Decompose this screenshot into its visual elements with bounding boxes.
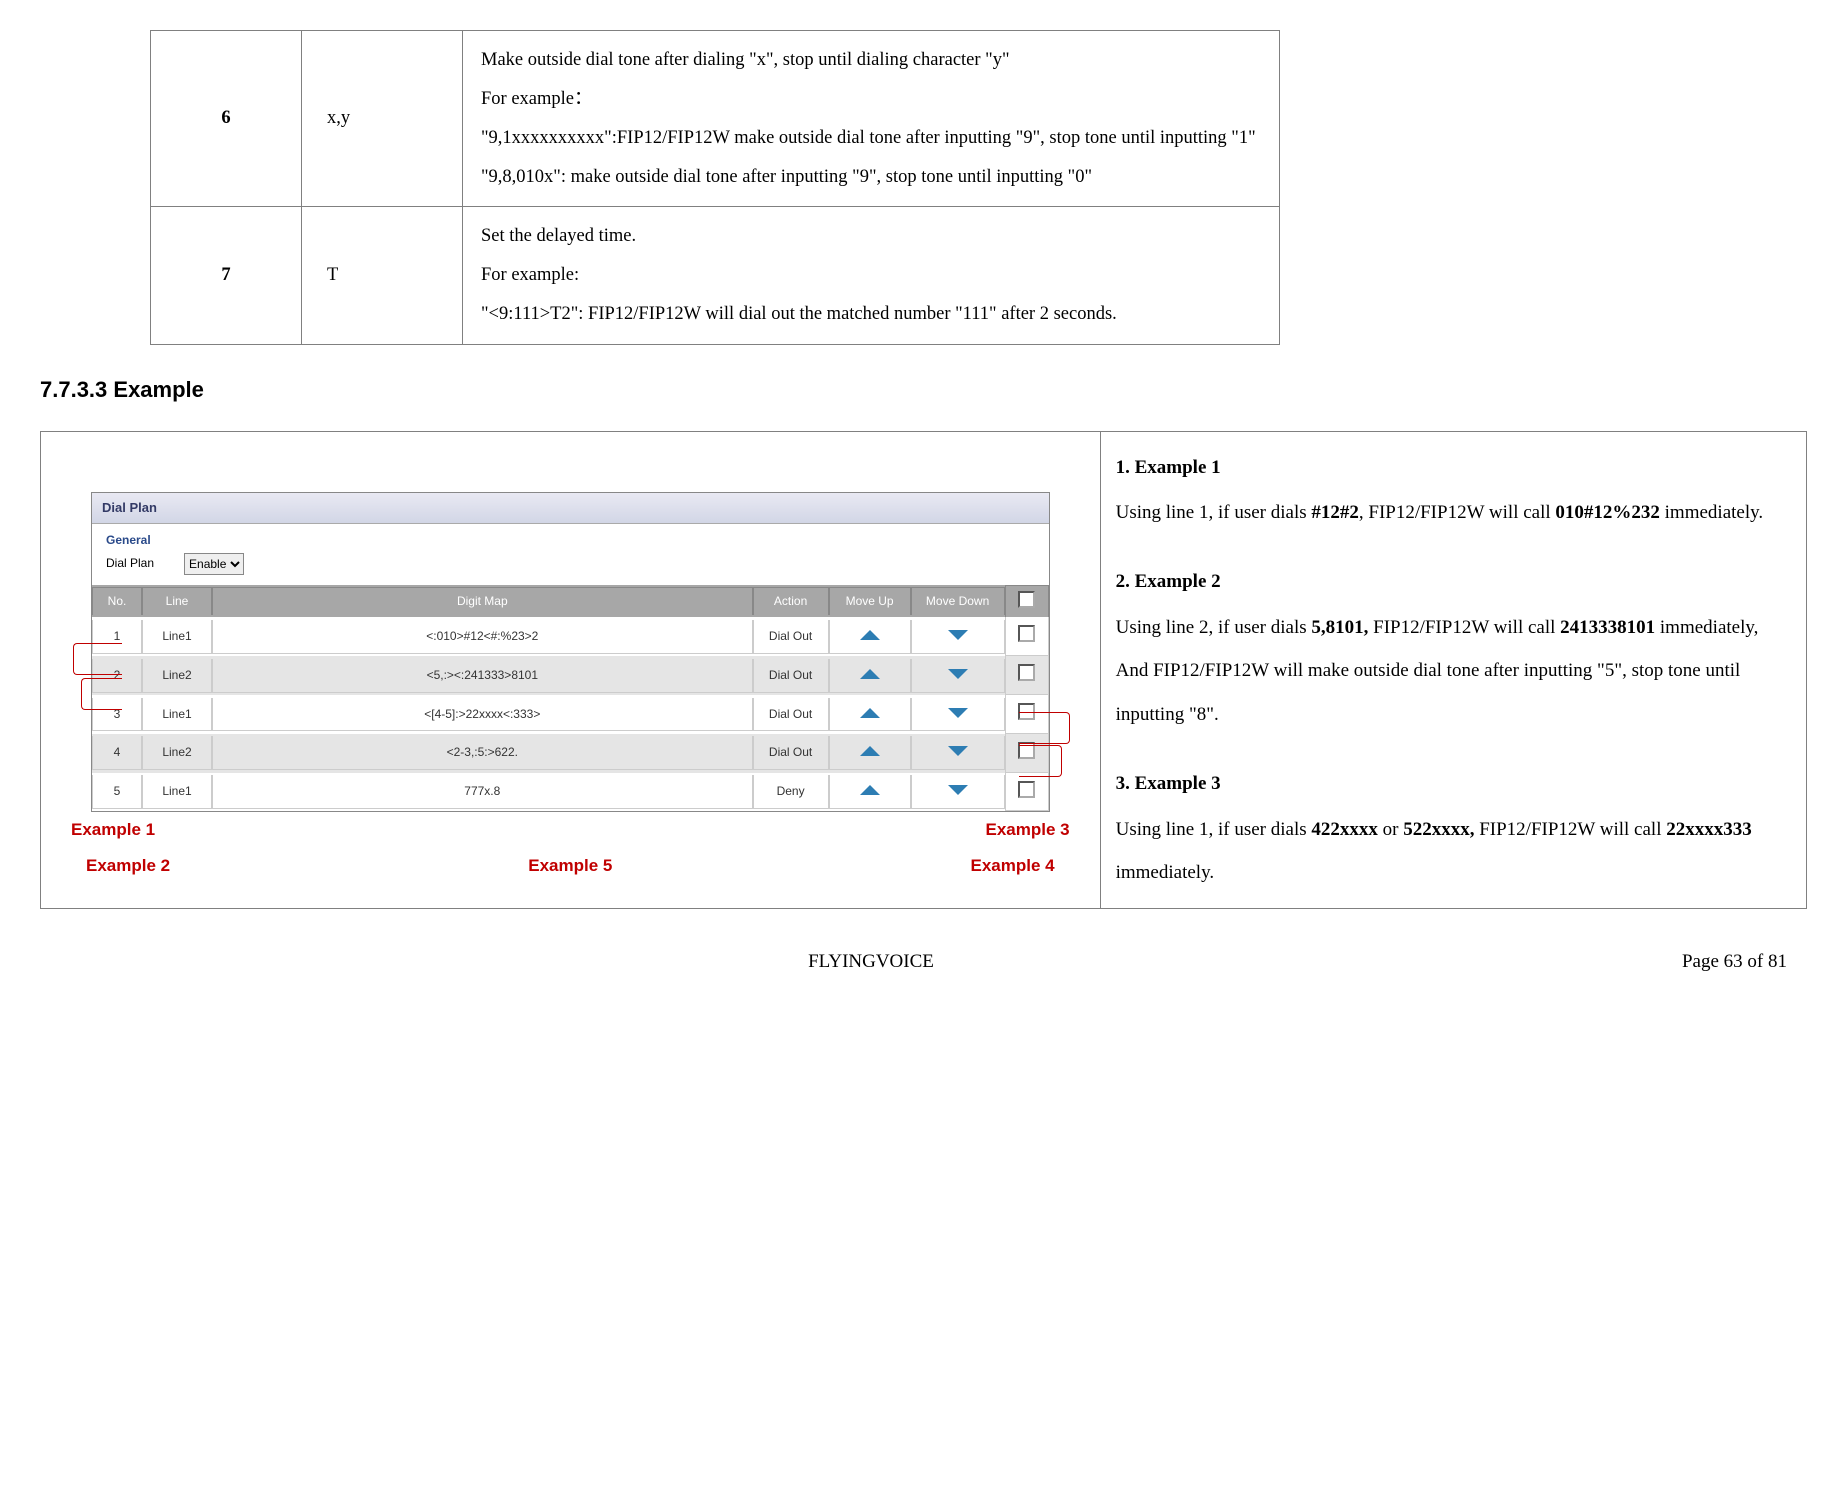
screenshot-cell: Dial Plan General Dial Plan Enable No. L… — [41, 431, 1101, 908]
move-up-button[interactable] — [829, 659, 911, 693]
callout-row: Example 2 Example 5 Example 4 — [61, 854, 1080, 878]
row-checkbox[interactable] — [1018, 781, 1035, 798]
dial-sequence-table: 6 x,y Make outside dial tone after diali… — [150, 30, 1280, 345]
dial-plan-setting-row: Dial Plan Enable — [92, 551, 1049, 585]
cell-action: Deny — [753, 775, 829, 809]
move-down-button[interactable] — [911, 659, 1005, 693]
example-2-text-2: And FIP12/FIP12W will make outside dial … — [1116, 649, 1791, 736]
example-1-heading: 1. Example 1 — [1116, 446, 1791, 490]
chevron-down-icon — [948, 669, 968, 679]
cell-map: <[4-5]:>22xxxx<:333> — [212, 698, 753, 732]
chevron-up-icon — [860, 630, 880, 640]
cell-no: 4 — [92, 736, 142, 770]
cell-action: Dial Out — [753, 659, 829, 693]
chevron-up-icon — [860, 708, 880, 718]
example-1-text: Using line 1, if user dials #12#2, FIP12… — [1116, 491, 1791, 535]
seq-description: Set the delayed time. For example: "<9:1… — [463, 207, 1280, 345]
table-row: 3 Line1 <[4-5]:>22xxxx<:333> Dial Out — [92, 695, 1049, 734]
row-checkbox[interactable] — [1018, 625, 1035, 642]
col-action: Action — [753, 587, 829, 615]
seq-number: 7 — [151, 207, 302, 345]
example-2-text: Using line 2, if user dials 5,8101, FIP1… — [1116, 606, 1791, 650]
move-up-button[interactable] — [829, 736, 911, 770]
row-checkbox-cell — [1005, 656, 1049, 695]
move-down-button[interactable] — [911, 698, 1005, 732]
example-2-heading: 2. Example 2 — [1116, 560, 1791, 604]
seq-symbol: T — [302, 207, 463, 345]
section-heading: 7.7.3.3 Example — [40, 375, 1807, 406]
general-label: General — [92, 524, 1049, 551]
table-row: 6 x,y Make outside dial tone after diali… — [151, 31, 1280, 207]
callout-example-4: Example 4 — [970, 854, 1054, 878]
table-row: 1 Line1 <:010>#12<#:%23>2 Dial Out — [92, 617, 1049, 656]
col-no: No. — [92, 587, 142, 615]
footer-page: Page 63 of 81 — [1682, 949, 1787, 976]
footer-brand: FLYINGVOICE — [60, 949, 1682, 976]
cell-line: Line1 — [142, 698, 212, 732]
seq-symbol: x,y — [302, 31, 463, 207]
chevron-up-icon — [860, 669, 880, 679]
seq-description: Make outside dial tone after dialing "x"… — [463, 31, 1280, 207]
grid-body: 1 Line1 <:010>#12<#:%23>2 Dial Out 2 Lin… — [92, 617, 1049, 811]
callout-example-2: Example 2 — [86, 854, 170, 878]
chevron-down-icon — [948, 746, 968, 756]
chevron-up-icon — [860, 785, 880, 795]
move-up-button[interactable] — [829, 775, 911, 809]
cell-no: 5 — [92, 775, 142, 809]
col-move-down: Move Down — [911, 587, 1005, 615]
table-row: 2 Line2 <5,:><:241333>8101 Dial Out — [92, 656, 1049, 695]
move-down-button[interactable] — [911, 775, 1005, 809]
seq-number: 6 — [151, 31, 302, 207]
cell-action: Dial Out — [753, 698, 829, 732]
example-descriptions: 1. Example 1 Using line 1, if user dials… — [1116, 442, 1791, 895]
select-all-checkbox[interactable] — [1018, 591, 1035, 608]
page-footer: FLYINGVOICE Page 63 of 81 — [40, 909, 1807, 976]
cell-map: <2-3,:5:>622. — [212, 736, 753, 770]
dial-plan-enable-select[interactable]: Enable — [184, 553, 244, 575]
cell-action: Dial Out — [753, 620, 829, 654]
cell-line: Line2 — [142, 736, 212, 770]
callout-example-1: Example 1 — [71, 818, 155, 842]
chevron-down-icon — [948, 630, 968, 640]
move-up-button[interactable] — [829, 698, 911, 732]
col-move-up: Move Up — [829, 587, 911, 615]
example-3-heading: 3. Example 3 — [1116, 762, 1791, 806]
move-down-button[interactable] — [911, 736, 1005, 770]
cell-line: Line1 — [142, 620, 212, 654]
cell-map: <5,:><:241333>8101 — [212, 659, 753, 693]
col-checkbox — [1005, 585, 1049, 618]
callout-row: Example 1 Example 3 — [61, 818, 1080, 842]
dial-plan-panel: Dial Plan General Dial Plan Enable No. L… — [91, 492, 1050, 813]
example-text-cell: 1. Example 1 Using line 1, if user dials… — [1100, 431, 1806, 908]
chevron-down-icon — [948, 785, 968, 795]
cell-line: Line1 — [142, 775, 212, 809]
cell-map: 777x.8 — [212, 775, 753, 809]
chevron-down-icon — [948, 708, 968, 718]
row-checkbox[interactable] — [1018, 664, 1035, 681]
chevron-up-icon — [860, 746, 880, 756]
move-up-button[interactable] — [829, 620, 911, 654]
cell-map: <:010>#12<#:%23>2 — [212, 620, 753, 654]
cell-line: Line2 — [142, 659, 212, 693]
callout-example-3: Example 3 — [985, 818, 1069, 842]
table-row: 7 T Set the delayed time. For example: "… — [151, 207, 1280, 345]
panel-title: Dial Plan — [92, 493, 1049, 524]
table-row: 5 Line1 777x.8 Deny — [92, 773, 1049, 812]
grid-header: No. Line Digit Map Action Move Up Move D… — [92, 585, 1049, 618]
example-3-text: Using line 1, if user dials 422xxxx or 5… — [1116, 808, 1791, 895]
row-checkbox-cell — [1005, 773, 1049, 812]
table-row: 4 Line2 <2-3,:5:>622. Dial Out — [92, 734, 1049, 773]
move-down-button[interactable] — [911, 620, 1005, 654]
col-line: Line — [142, 587, 212, 615]
col-digit-map: Digit Map — [212, 587, 753, 615]
row-checkbox-cell — [1005, 617, 1049, 656]
dial-plan-label: Dial Plan — [106, 555, 154, 572]
callout-example-5: Example 5 — [170, 854, 970, 878]
example-table: Dial Plan General Dial Plan Enable No. L… — [40, 431, 1807, 909]
cell-action: Dial Out — [753, 736, 829, 770]
